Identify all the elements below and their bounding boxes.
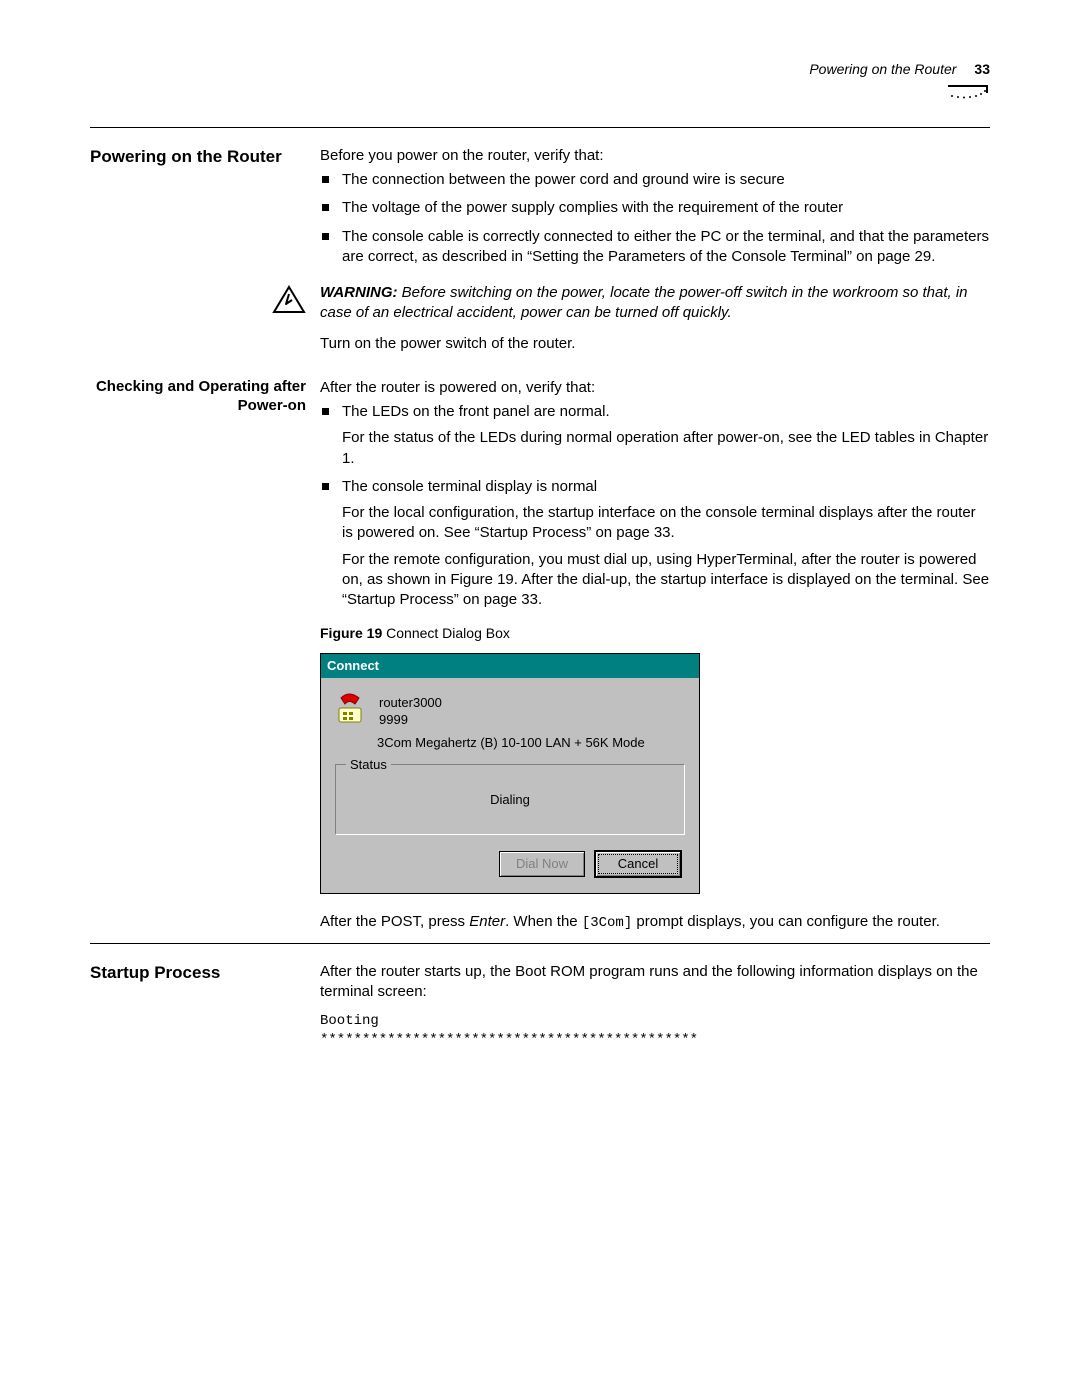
- warning-body: WARNING: Before switching on the power, …: [320, 283, 990, 364]
- body: Before you power on the router, verify t…: [320, 146, 990, 277]
- running-header: Powering on the Router 33: [90, 60, 990, 79]
- warning-row: WARNING: Before switching on the power, …: [90, 283, 990, 364]
- bullet-list: The connection between the power cord an…: [320, 170, 990, 267]
- warning-icon: [90, 283, 320, 315]
- list-item: The console cable is correctly connected…: [320, 227, 990, 268]
- dialog-buttons: Dial Now Cancel: [335, 851, 685, 881]
- phone-icon: [335, 692, 369, 731]
- figure-caption: Figure 19 Connect Dialog Box: [320, 624, 990, 643]
- connection-text: router3000 9999: [379, 692, 442, 729]
- side-heading: Startup Process: [90, 962, 320, 983]
- t: prompt displays, you can configure the r…: [632, 913, 940, 930]
- enter-key: Enter: [469, 913, 505, 930]
- t: After the POST, press: [320, 913, 469, 930]
- prompt-code: [3Com]: [582, 915, 632, 931]
- connection-number: 9999: [379, 711, 442, 729]
- page: Powering on the Router 33 Powering on th…: [0, 0, 1080, 1110]
- heading-text: Powering on the Router: [90, 146, 306, 167]
- after-figure: After the POST, press Enter. When the [3…: [320, 912, 990, 933]
- list-item: The LEDs on the front panel are normal. …: [320, 402, 990, 469]
- code-line: Booting: [320, 1012, 990, 1031]
- bullet-sub: For the remote configuration, you must d…: [342, 550, 990, 611]
- bullet-sub: For the local configuration, the startup…: [342, 503, 990, 544]
- modem-line: 3Com Megahertz (B) 10-100 LAN + 56K Mode: [377, 734, 685, 752]
- status-label: Status: [346, 756, 391, 774]
- heading-text: Startup Process: [90, 962, 306, 983]
- side-heading: Powering on the Router: [90, 146, 320, 167]
- body: After the router is powered on, verify t…: [320, 378, 990, 943]
- header-dots-icon: [90, 85, 988, 99]
- connection-name: router3000: [379, 694, 442, 712]
- body: After the router starts up, the Boot ROM…: [320, 962, 990, 1050]
- warning-text: WARNING: Before switching on the power, …: [320, 283, 990, 324]
- rule: [90, 943, 990, 944]
- post-text: After the POST, press Enter. When the [3…: [320, 912, 990, 933]
- cancel-button[interactable]: Cancel: [595, 851, 681, 877]
- bullet-text: The LEDs on the front panel are normal.: [342, 403, 610, 420]
- bullet-list: The LEDs on the front panel are normal. …: [320, 402, 990, 610]
- list-item: The voltage of the power supply complies…: [320, 198, 990, 218]
- t: . When the: [505, 913, 582, 930]
- figure-title: Connect Dialog Box: [382, 625, 510, 641]
- rule: [90, 127, 990, 128]
- figure-label: Figure 19: [320, 625, 382, 641]
- bullet-sub: For the status of the LEDs during normal…: [342, 428, 990, 469]
- heading-text: Checking and Operating after Power-on: [90, 378, 306, 416]
- connect-dialog: Connect: [320, 653, 700, 894]
- status-box: Status Dialing: [335, 764, 685, 836]
- connection-row: router3000 9999: [335, 692, 685, 731]
- header-title: Powering on the Router: [809, 60, 956, 79]
- status-text: Dialing: [490, 792, 530, 807]
- side-heading: Checking and Operating after Power-on: [90, 378, 320, 416]
- dial-now-button[interactable]: Dial Now: [499, 851, 585, 877]
- warning-label: WARNING:: [320, 284, 398, 301]
- intro: Before you power on the router, verify t…: [320, 146, 990, 166]
- bullet-text: The console terminal display is normal: [342, 478, 597, 495]
- section-startup: Startup Process After the router starts …: [90, 962, 990, 1050]
- section-checking: Checking and Operating after Power-on Af…: [90, 378, 990, 943]
- code-line: ****************************************…: [320, 1031, 990, 1050]
- warning-msg: Before switching on the power, locate th…: [320, 284, 968, 321]
- dialog-titlebar: Connect: [321, 654, 699, 678]
- turn-on: Turn on the power switch of the router.: [320, 334, 990, 354]
- section-powering-on: Powering on the Router Before you power …: [90, 146, 990, 277]
- intro: After the router is powered on, verify t…: [320, 378, 990, 398]
- startup-intro: After the router starts up, the Boot ROM…: [320, 962, 990, 1003]
- page-number: 33: [974, 60, 990, 79]
- list-item: The connection between the power cord an…: [320, 170, 990, 190]
- list-item: The console terminal display is normal F…: [320, 477, 990, 611]
- dialog-body: router3000 9999 3Com Megahertz (B) 10-10…: [321, 678, 699, 893]
